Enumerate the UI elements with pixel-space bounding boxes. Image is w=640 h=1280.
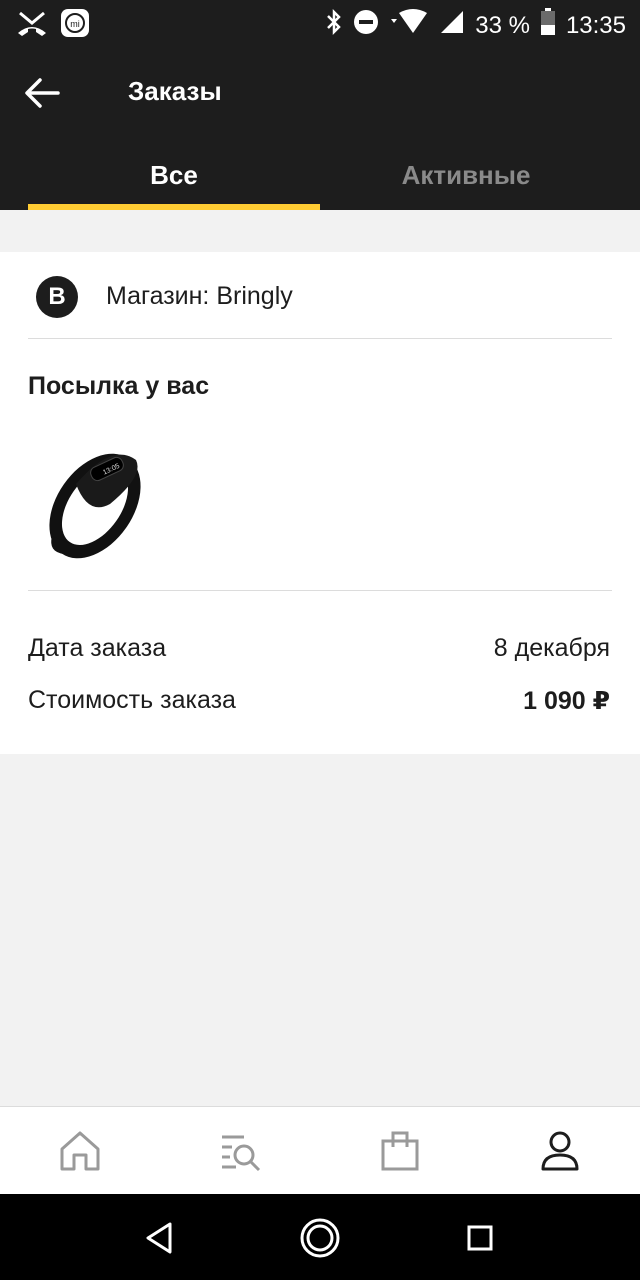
recents-square-icon [467, 1225, 493, 1251]
app-bar: Заказы Все Активные [0, 46, 640, 210]
nav-cart[interactable] [378, 1129, 422, 1173]
tab-indicator [28, 204, 320, 210]
system-nav-bar [0, 1194, 640, 1280]
shopping-bag-icon [381, 1131, 419, 1171]
tab-active[interactable]: Активные [320, 160, 612, 191]
profile-icon [541, 1131, 579, 1171]
store-row: B Магазин: Bringly [0, 252, 640, 338]
catalog-search-icon [222, 1135, 261, 1172]
order-card[interactable]: B Магазин: Bringly Посылка у вас 13:05 Д… [0, 252, 640, 754]
wifi-icon [389, 9, 429, 42]
divider [28, 590, 612, 591]
tab-all[interactable]: Все [28, 160, 320, 191]
parcel-status: Посылка у вас [28, 372, 210, 400]
mi-icon: mi [60, 8, 90, 43]
store-logo: B [36, 276, 78, 318]
nav-catalog[interactable] [218, 1129, 262, 1173]
order-cost-label: Стоимость заказа [28, 686, 236, 714]
system-back-button[interactable] [138, 1216, 182, 1260]
order-date-value: 8 декабря [493, 634, 610, 662]
missed-call-icon [16, 9, 48, 42]
back-triangle-icon [146, 1222, 172, 1254]
status-bar: mi 33 % 13:35 [0, 0, 640, 46]
home-circle-icon [300, 1218, 340, 1258]
dnd-icon [353, 9, 379, 42]
order-cost-value: 1 090 ₽ [523, 687, 610, 715]
bluetooth-icon [325, 8, 343, 43]
store-name: Магазин: Bringly [106, 282, 293, 310]
home-icon [60, 1131, 100, 1171]
system-home-button[interactable] [298, 1216, 342, 1260]
page-title: Заказы [128, 76, 222, 106]
system-recents-button[interactable] [458, 1216, 502, 1260]
back-button[interactable] [22, 76, 62, 110]
signal-icon [439, 9, 465, 42]
nav-home[interactable] [58, 1129, 102, 1173]
order-date-label: Дата заказа [28, 634, 167, 662]
battery-text: 33 % [475, 11, 530, 39]
bottom-nav [0, 1106, 640, 1195]
arrow-left-icon [25, 78, 60, 108]
fitness-band-image: 13:05 [40, 436, 150, 560]
nav-profile[interactable] [538, 1129, 582, 1173]
svg-text:mi: mi [70, 19, 80, 29]
battery-icon [540, 8, 556, 43]
clock: 13:35 [565, 11, 626, 39]
divider [28, 338, 612, 339]
